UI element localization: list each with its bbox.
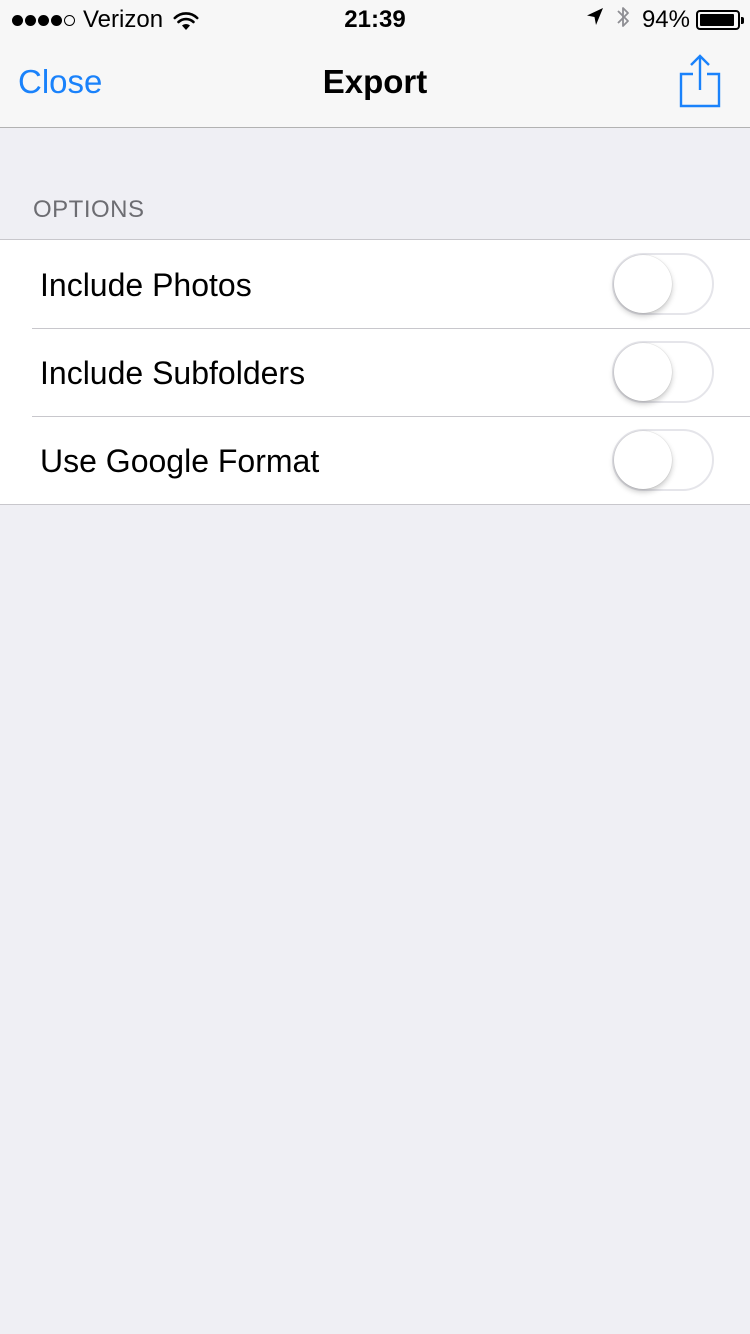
option-row-use-google-format: Use Google Format xyxy=(0,416,750,504)
status-bar: Verizon 21:39 94% xyxy=(0,0,750,40)
page-title: Export xyxy=(322,63,428,100)
option-row-include-subfolders: Include Subfolders xyxy=(0,328,750,416)
navigation-bar: Close Export xyxy=(0,40,750,128)
include-subfolders-toggle[interactable] xyxy=(612,341,714,403)
section-header-options: OPTIONS xyxy=(33,196,145,223)
use-google-format-toggle[interactable] xyxy=(612,429,714,491)
status-right: 94% xyxy=(586,5,744,36)
location-arrow-icon xyxy=(586,6,604,34)
toggle-knob xyxy=(614,431,672,489)
bluetooth-icon xyxy=(616,5,630,36)
option-row-include-photos: Include Photos xyxy=(0,240,750,328)
option-label: Use Google Format xyxy=(40,443,320,479)
toggle-knob xyxy=(614,255,672,313)
battery-level-fill xyxy=(700,14,734,26)
share-button[interactable] xyxy=(678,54,722,110)
share-icon xyxy=(679,54,721,108)
battery-icon xyxy=(696,10,744,30)
option-label: Include Subfolders xyxy=(40,355,306,391)
options-list: Include Photos Include Subfolders Use Go… xyxy=(0,239,750,505)
option-label: Include Photos xyxy=(40,267,252,303)
toggle-knob xyxy=(614,343,672,401)
battery-percent: 94% xyxy=(641,6,690,33)
battery-nub xyxy=(741,17,744,24)
include-photos-toggle[interactable] xyxy=(612,253,714,315)
